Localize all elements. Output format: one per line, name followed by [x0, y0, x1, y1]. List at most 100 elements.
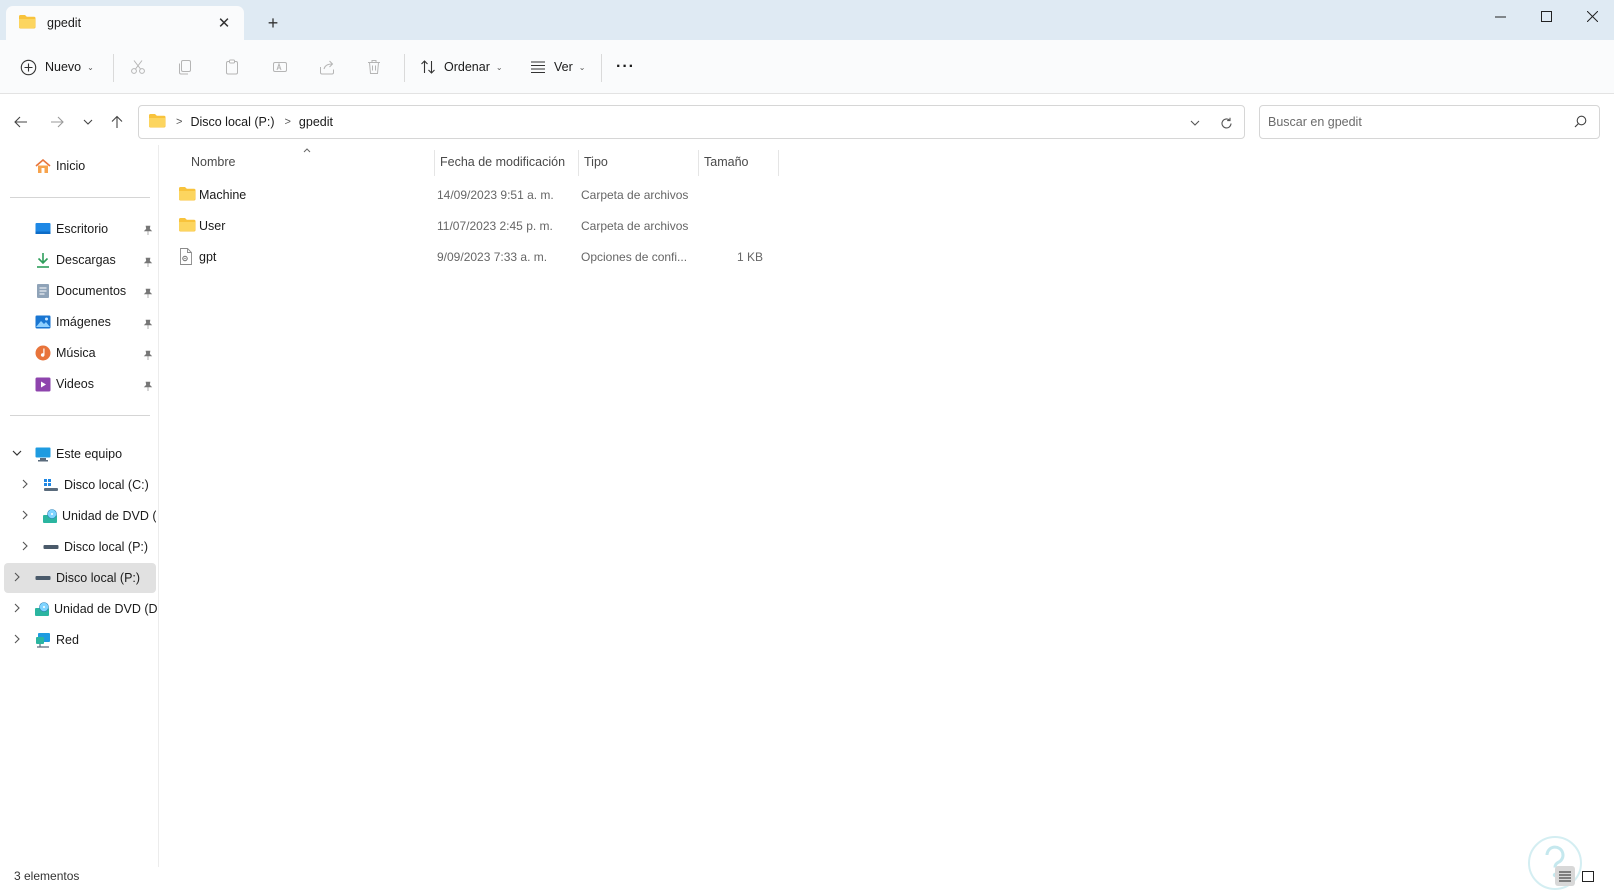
file-date: 11/07/2023 2:45 p. m.: [437, 219, 553, 233]
file-row-gpt[interactable]: gpt 9/09/2023 7:33 a. m. Opciones de con…: [176, 242, 776, 272]
toolbar-divider: [404, 54, 405, 82]
sidebar-item-label: Disco local (C:): [64, 478, 149, 492]
view-button[interactable]: Ver ⌄: [530, 52, 585, 82]
chevron-down-icon[interactable]: [10, 446, 24, 460]
cut-icon[interactable]: [127, 56, 149, 78]
pin-icon[interactable]: [142, 318, 154, 330]
file-row-machine[interactable]: Machine 14/09/2023 9:51 a. m. Carpeta de…: [176, 180, 776, 210]
sidebar-item-drive-c[interactable]: Disco local (C:): [42, 470, 156, 500]
tab-gpedit[interactable]: gpedit ✕: [6, 6, 244, 40]
sidebar-item-drive-p-root[interactable]: Disco local (P:): [4, 563, 156, 593]
file-name: Machine: [199, 188, 247, 202]
chevron-right-icon[interactable]: >: [284, 116, 290, 128]
sidebar-item-documentos[interactable]: Documentos: [34, 276, 126, 306]
pin-icon[interactable]: [142, 380, 154, 392]
sidebar-item-label: Escritorio: [56, 222, 109, 236]
search-input[interactable]: [1268, 115, 1548, 129]
chevron-right-icon[interactable]: [10, 570, 24, 584]
windows-drive-icon: [42, 476, 60, 494]
file-name: gpt: [199, 250, 217, 264]
column-divider[interactable]: [434, 150, 435, 176]
view-label: Ver: [554, 60, 573, 74]
status-item-count: 3 elementos: [14, 869, 80, 883]
view-icon: [530, 60, 546, 74]
folder-icon: [178, 186, 196, 204]
sidebar-divider: [158, 145, 159, 867]
new-button[interactable]: Nuevo ⌄: [20, 52, 94, 82]
sidebar-item-dvd-drive[interactable]: Unidad de DVD (D: [42, 501, 156, 531]
sidebar-item-network[interactable]: Red: [34, 625, 79, 655]
maximize-button[interactable]: [1523, 0, 1569, 32]
column-header-size[interactable]: Tamaño: [704, 155, 748, 169]
sidebar-separator: [10, 415, 150, 416]
sidebar-item-dvd-root[interactable]: Unidad de DVD (D:): [34, 594, 158, 624]
chevron-down-icon[interactable]: [1186, 114, 1204, 132]
column-divider[interactable]: [578, 150, 579, 176]
more-options-button[interactable]: ···: [616, 52, 635, 82]
column-header-name[interactable]: Nombre: [191, 155, 235, 169]
chevron-right-icon[interactable]: [10, 632, 24, 646]
details-view-icon[interactable]: [1555, 866, 1575, 886]
sidebar-item-musica[interactable]: Música: [34, 338, 96, 368]
recent-locations-button[interactable]: [75, 110, 101, 134]
close-window-button[interactable]: [1569, 0, 1614, 32]
pin-icon[interactable]: [142, 256, 154, 268]
chevron-right-icon[interactable]: >: [176, 116, 182, 128]
breadcrumb-drive[interactable]: Disco local (P:): [190, 115, 274, 129]
file-row-user[interactable]: User 11/07/2023 2:45 p. m. Carpeta de ar…: [176, 211, 776, 241]
sort-icon: [420, 59, 436, 75]
ini-file-icon: [178, 248, 194, 268]
column-header-date[interactable]: Fecha de modificación: [440, 155, 565, 169]
new-tab-button[interactable]: +: [262, 12, 284, 34]
sidebar-item-descargas[interactable]: Descargas: [34, 245, 116, 275]
chevron-right-icon[interactable]: [18, 477, 32, 491]
file-date: 14/09/2023 9:51 a. m.: [437, 188, 554, 202]
close-tab-icon[interactable]: ✕: [214, 13, 234, 33]
folder-icon: [178, 217, 196, 235]
chevron-right-icon[interactable]: [18, 539, 32, 553]
sidebar-item-home[interactable]: Inicio: [34, 151, 85, 181]
copy-icon[interactable]: [174, 56, 196, 78]
rename-icon[interactable]: [269, 56, 291, 78]
column-divider[interactable]: [778, 150, 779, 176]
breadcrumb-folder[interactable]: gpedit: [299, 115, 333, 129]
chevron-down-icon: ⌄: [578, 62, 586, 72]
sidebar-item-videos[interactable]: Videos: [34, 369, 94, 399]
pin-icon[interactable]: [142, 287, 154, 299]
sidebar-item-drive-p[interactable]: Disco local (P:): [42, 532, 156, 562]
refresh-icon[interactable]: [1216, 113, 1236, 133]
column-divider[interactable]: [698, 150, 699, 176]
address-bar[interactable]: > Disco local (P:) > gpedit: [138, 105, 1245, 139]
search-icon[interactable]: [1574, 115, 1587, 131]
delete-icon[interactable]: [363, 56, 385, 78]
column-header-type[interactable]: Tipo: [584, 155, 608, 169]
up-button[interactable]: [104, 110, 130, 134]
sidebar-item-escritorio[interactable]: Escritorio: [34, 214, 108, 244]
sidebar-item-label: Videos: [56, 377, 94, 391]
file-size: 1 KB: [736, 250, 763, 264]
file-type: Opciones de confi...: [581, 250, 688, 264]
toolbar-divider: [601, 54, 602, 82]
sidebar-item-this-pc[interactable]: Este equipo: [34, 439, 122, 469]
minimize-button[interactable]: [1477, 0, 1523, 32]
chevron-right-icon[interactable]: [18, 508, 32, 522]
sort-label: Ordenar: [444, 60, 490, 74]
pin-icon[interactable]: [142, 349, 154, 361]
chevron-down-icon: ⌄: [87, 62, 94, 72]
share-icon[interactable]: [316, 56, 338, 78]
forward-button[interactable]: [44, 110, 70, 134]
sidebar-item-label: Red: [56, 633, 79, 647]
chevron-right-icon[interactable]: [10, 601, 24, 615]
sidebar-item-imagenes[interactable]: Imágenes: [34, 307, 111, 337]
drive-icon: [34, 569, 52, 587]
sort-button[interactable]: Ordenar ⌄: [420, 52, 503, 82]
large-icons-view-icon[interactable]: [1578, 866, 1598, 886]
back-button[interactable]: [8, 110, 34, 134]
search-box[interactable]: [1259, 105, 1600, 139]
videos-icon: [34, 375, 52, 393]
file-date: 9/09/2023 7:33 a. m.: [437, 250, 548, 264]
paste-icon[interactable]: [221, 56, 243, 78]
sidebar-item-label: Documentos: [56, 284, 127, 298]
pin-icon[interactable]: [142, 224, 154, 236]
sidebar-item-label: Disco local (P:): [56, 571, 141, 585]
